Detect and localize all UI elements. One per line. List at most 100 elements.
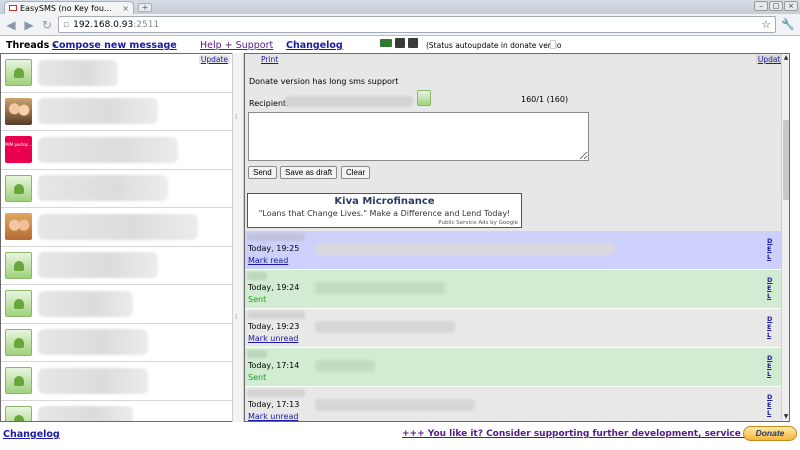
url-host: 192.168.0.93 [73, 19, 134, 30]
contact-android-icon [417, 90, 431, 106]
message-sender [247, 311, 305, 319]
close-window-icon[interactable]: × [784, 1, 798, 11]
message-body [315, 360, 375, 372]
easysms-favicon-icon [9, 5, 17, 11]
tab-close-icon[interactable]: × [122, 4, 129, 13]
scroll-thumb[interactable] [783, 120, 789, 200]
conversation-pane: Print Update Donate version has long sms… [244, 53, 790, 422]
message-sender [247, 350, 267, 358]
phone-icon [395, 38, 405, 48]
thread-list: MIM postop .. .. [1, 54, 233, 421]
reload-icon[interactable]: ↻ [40, 18, 54, 32]
message-time: Today, 19:25 [248, 244, 300, 253]
browser-toolbar: ◀ ▶ ↻ ▫ 192.168.0.93:2511 ☆ 🔧 [0, 14, 800, 36]
browser-tab[interactable]: EasySMS (no Key fou... × [4, 1, 134, 14]
ad-footer: Public Service Ads by Google [438, 220, 518, 226]
thread-preview [38, 252, 158, 279]
print-link[interactable]: Print [261, 55, 278, 64]
message-time: Today, 19:23 [248, 322, 300, 331]
save-draft-button[interactable]: Save as draft [280, 166, 338, 179]
threads-title: Threads - [6, 40, 57, 51]
url-port: :2511 [133, 19, 160, 30]
message-item: Today, 17:14 Sent D E L [245, 348, 781, 387]
message-body [315, 321, 455, 333]
back-icon[interactable]: ◀ [4, 18, 18, 32]
wrench-icon[interactable]: 🔧 [780, 17, 796, 33]
message-body [315, 243, 615, 255]
contact-avatar: MIM postop .. .. [5, 136, 32, 164]
star-icon[interactable]: ☆ [761, 18, 771, 31]
address-bar[interactable]: ▫ 192.168.0.93:2511 ☆ [58, 16, 776, 33]
thread-item[interactable] [1, 323, 233, 362]
message-input[interactable] [248, 112, 589, 161]
scroll-down-icon[interactable]: ▼ [782, 413, 789, 421]
conversation-scrollbar[interactable]: ▲ ▼ [781, 54, 789, 421]
send-button[interactable]: Send [248, 166, 277, 179]
message-delete-link[interactable]: D E L [767, 237, 775, 261]
tab-title: EasySMS (no Key fou... [20, 3, 112, 13]
thread-item[interactable] [1, 169, 233, 208]
message-time: Today, 17:14 [248, 361, 300, 370]
recipient-label: Recipient: [249, 99, 289, 108]
character-counter: 160/1 (160) [521, 95, 569, 104]
message-delete-link[interactable]: D E L [767, 315, 775, 339]
mark-read-link[interactable]: Mark unread [248, 412, 298, 421]
compose-new-message-link[interactable]: Compose new message [52, 40, 177, 51]
thread-item[interactable]: MIM postop .. .. [1, 131, 233, 170]
contact-avatar [5, 405, 32, 421]
help-support-link[interactable]: Help + Support [200, 40, 273, 51]
contact-avatar [5, 213, 32, 241]
thread-preview [38, 329, 148, 356]
splitter-grip-icon: ⁞ [235, 113, 238, 121]
thread-preview [38, 175, 168, 202]
message-delete-link[interactable]: D E L [767, 393, 775, 417]
browser-tabbar: EasySMS (no Key fou... × + – □ × [0, 0, 800, 14]
page-header: Threads - Compose new message Help + Sup… [0, 37, 800, 53]
new-tab-button[interactable]: + [138, 3, 152, 12]
maximize-icon[interactable]: □ [769, 1, 783, 11]
scroll-up-icon[interactable]: ▲ [782, 54, 789, 62]
thread-item[interactable] [1, 246, 233, 285]
threads-update-link[interactable]: Update [198, 55, 230, 64]
message-time: Today, 17:13 [248, 400, 300, 409]
thread-preview [38, 136, 178, 163]
page-footer: Changelog +++ You like it? Consider supp… [0, 424, 800, 450]
mark-read-link[interactable]: Mark unread [248, 334, 298, 343]
clear-button[interactable]: Clear [341, 166, 371, 179]
message-list: Today, 19:25 Mark read D E L Today, 19:24 Se… [245, 231, 781, 421]
forward-icon[interactable]: ▶ [22, 18, 36, 32]
changelog-link-bottom[interactable]: Changelog [3, 429, 60, 440]
thread-item[interactable] [1, 285, 233, 324]
thread-preview [38, 406, 133, 421]
mark-read-link[interactable]: Mark read [248, 256, 288, 265]
message-item: Today, 19:25 Mark read D E L [245, 231, 781, 270]
thread-item[interactable] [1, 400, 233, 421]
phone-status-icons [380, 38, 418, 48]
thread-item[interactable] [1, 208, 233, 247]
signal-icon [408, 38, 418, 48]
changelog-link-top[interactable]: Changelog [286, 40, 343, 51]
message-sender [247, 272, 267, 280]
window-controls: – □ × [754, 1, 798, 11]
page-icon: ▫ [63, 19, 70, 30]
minimize-icon[interactable]: – [754, 1, 768, 11]
message-time: Today, 19:24 [248, 283, 300, 292]
contact-avatar [5, 290, 32, 318]
status-box [550, 40, 556, 49]
thread-item[interactable] [1, 92, 233, 131]
donate-button[interactable]: Donate [743, 426, 797, 441]
status-autoupdate-text: (Status autoupdate in donate versio [426, 41, 562, 50]
ad-title: Kiva Microfinance [334, 196, 435, 207]
message-sender [247, 233, 305, 241]
pane-splitter[interactable]: ⁞ ⁞ [232, 53, 244, 422]
contact-avatar [5, 328, 32, 356]
battery-icon [380, 39, 392, 47]
message-delete-link[interactable]: D E L [767, 276, 775, 300]
message-delete-link[interactable]: D E L [767, 354, 775, 378]
threads-pane: MIM postop .. .. Update ▲ ▼ [0, 53, 241, 422]
thread-item[interactable] [1, 362, 233, 401]
ad-banner[interactable]: Kiva Microfinance "Loans that Change Liv… [247, 193, 522, 228]
support-development-link[interactable]: +++ You like it? Consider supporting fur… [402, 429, 794, 439]
contact-avatar [5, 251, 32, 279]
thread-preview [38, 59, 118, 86]
